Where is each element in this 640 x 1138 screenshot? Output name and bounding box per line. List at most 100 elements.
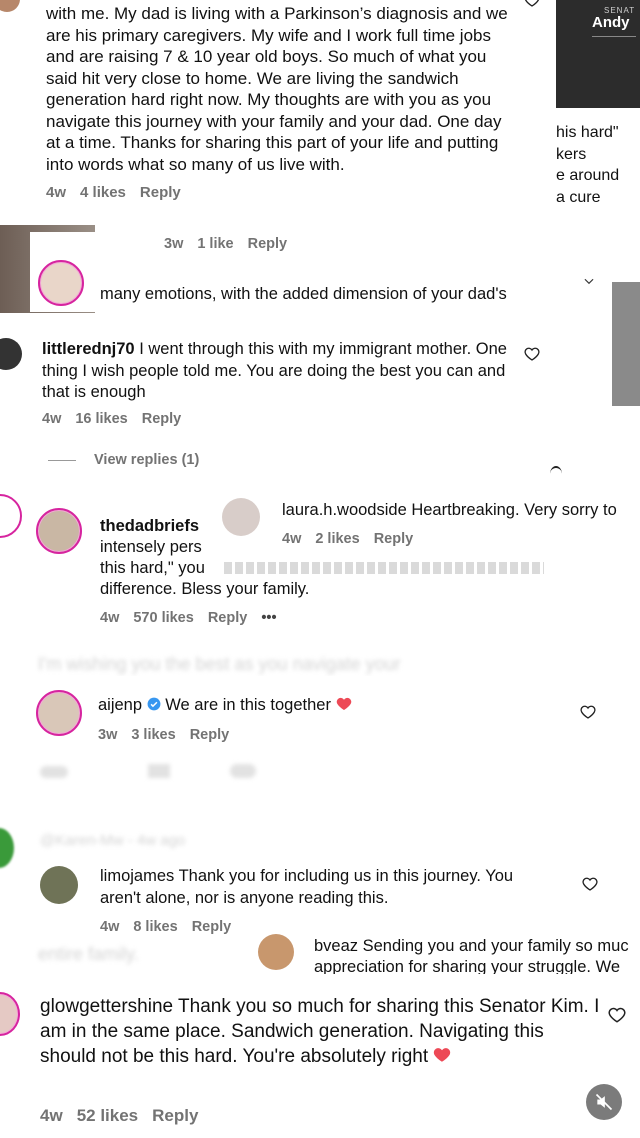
curve-mark: [550, 466, 562, 482]
comment-text: aijenp We are in this together: [98, 695, 352, 717]
fragment-line: e around: [556, 167, 620, 184]
gray-side-panel: [612, 282, 640, 406]
comment-4: laura.h.woodside Heartbreaking. Very sor…: [214, 490, 640, 562]
reply-button[interactable]: Reply: [192, 919, 232, 935]
partial-avatar: [0, 828, 14, 868]
comment-body: Sending you and your family so muc: [362, 937, 629, 955]
comment-age: 3w: [164, 236, 184, 252]
reply-button[interactable]: Reply: [142, 411, 182, 427]
comment-meta: 3w 3 likes Reply: [98, 727, 243, 743]
comment-age: 4w: [46, 184, 67, 201]
comment-body-line: bveaz Sending you and your family so muc: [314, 936, 629, 958]
verified-badge-icon: [147, 697, 161, 711]
red-heart-emoji-icon: [336, 697, 351, 710]
video-thumbnail[interactable]: SENAT Andy: [556, 0, 640, 108]
comment-age: 4w: [40, 1106, 63, 1125]
comment-username[interactable]: bveaz: [314, 937, 358, 955]
comment-body: We are in this together: [165, 696, 331, 714]
comment-body-line: intensely pers: [100, 538, 202, 556]
comment-body-line: appreciation for sharing your struggle. …: [314, 958, 621, 974]
comment-1: with me. My dad is living with a Parkins…: [0, 0, 556, 220]
comment-8: bveaz Sending you and your family so muc…: [250, 928, 640, 974]
comment-meta: 4w 52 likes Reply: [40, 1106, 212, 1126]
video-label-name: Andy: [592, 14, 630, 31]
comment-meta: 4w 8 likes Reply: [100, 919, 245, 935]
blurred-icons: [40, 762, 280, 782]
more-options-icon[interactable]: •••: [261, 610, 276, 626]
comment-meta: 4w 4 likes Reply: [46, 184, 195, 201]
comment-likes[interactable]: 2 likes: [315, 531, 359, 547]
comment-text: limojames Thank you for including us in …: [100, 866, 550, 909]
reply-button[interactable]: Reply: [208, 610, 248, 626]
comment-age: 4w: [100, 610, 120, 626]
heart-icon[interactable]: [524, 346, 540, 362]
view-replies-line: [48, 460, 76, 461]
comment-2: many emotions, with the added dimension …: [30, 258, 610, 312]
comment-username[interactable]: thedadbriefs: [100, 516, 199, 538]
reply-button[interactable]: Reply: [190, 727, 230, 743]
comment-text: laura.h.woodside Heartbreaking. Very sor…: [282, 500, 640, 522]
comment-text: littlerednj70 I went through this with m…: [42, 339, 512, 404]
comment-username[interactable]: littlerednj70: [42, 340, 135, 358]
comment-meta: 4w 570 likes Reply •••: [100, 610, 291, 626]
comment-age: 4w: [282, 531, 302, 547]
avatar[interactable]: [38, 260, 84, 306]
reply-meta-fragment: 3w 1 like Reply: [30, 232, 360, 258]
comment-likes[interactable]: 4 likes: [80, 184, 126, 201]
comment-text: glowgettershine Thank you so much for sh…: [40, 994, 600, 1069]
avatar[interactable]: [258, 934, 294, 970]
reply-button[interactable]: Reply: [140, 184, 181, 201]
reply-button[interactable]: Reply: [248, 236, 288, 252]
avatar[interactable]: [0, 0, 20, 12]
comment-username[interactable]: aijenp: [98, 696, 142, 714]
reply-button[interactable]: Reply: [374, 531, 414, 547]
comment-likes[interactable]: 8 likes: [133, 919, 177, 935]
comment-age: 4w: [100, 919, 120, 935]
view-replies-button[interactable]: View replies (1): [94, 452, 199, 468]
comment-3: littlerednj70 I went through this with m…: [0, 318, 612, 436]
avatar[interactable]: [36, 690, 82, 736]
comment-age: 3w: [98, 727, 118, 743]
heart-icon[interactable]: [580, 704, 596, 720]
mute-button[interactable]: [586, 1084, 622, 1120]
heart-icon[interactable]: [524, 0, 540, 8]
blurred-background-text: @Karen-Mw - 4w ago: [40, 832, 186, 849]
comment-body-line: difference. Bless your family.: [100, 580, 310, 598]
fragment-line: a cure: [556, 188, 601, 206]
blurred-background-text: entire family.: [38, 944, 139, 964]
comment-likes[interactable]: 1 like: [197, 236, 233, 252]
comment-text: with me. My dad is living with a Parkins…: [46, 4, 508, 174]
avatar[interactable]: [222, 498, 260, 536]
fragment-line: his hard": [556, 124, 619, 141]
chevron-down-icon[interactable]: [582, 274, 596, 288]
comment-meta: 3w 1 like Reply: [164, 236, 301, 252]
comment-body-line: this hard," you: [100, 559, 205, 577]
video-divider: [592, 36, 636, 37]
avatar[interactable]: [36, 508, 82, 554]
comment-username[interactable]: limojames: [100, 867, 174, 885]
blurred-background-text: I'm wishing you the best as you navigate…: [38, 654, 401, 674]
partial-avatar-ring: [0, 494, 22, 538]
comment-username[interactable]: glowgettershine: [40, 996, 173, 1017]
fragment-line: kers: [556, 145, 587, 163]
avatar[interactable]: [0, 992, 20, 1036]
heart-icon[interactable]: [582, 876, 598, 892]
comment-body: Heartbreaking. Very sorry to: [411, 501, 617, 519]
comment-likes[interactable]: 16 likes: [75, 411, 127, 427]
comment-meta: 4w 16 likes Reply: [42, 411, 195, 427]
comment-likes[interactable]: 570 likes: [133, 610, 193, 626]
obscured-text: [224, 560, 544, 574]
avatar[interactable]: [40, 866, 78, 904]
comment-9: glowgettershine Thank you so much for sh…: [0, 974, 640, 1138]
comment-username[interactable]: laura.h.woodside: [282, 501, 407, 519]
mute-icon: [595, 1093, 613, 1111]
reply-button[interactable]: Reply: [152, 1106, 198, 1125]
comment-likes[interactable]: 3 likes: [131, 727, 175, 743]
right-fragment: his hard" kers e around a cure: [556, 122, 640, 208]
red-heart-emoji-icon: [434, 1048, 451, 1062]
comment-text: many emotions, with the added dimension …: [100, 285, 507, 303]
heart-icon[interactable]: [608, 1006, 626, 1024]
comment-likes[interactable]: 52 likes: [77, 1106, 138, 1125]
comment-6: aijenp We are in this together 3w 3 likes…: [26, 676, 610, 762]
avatar[interactable]: [0, 338, 22, 370]
